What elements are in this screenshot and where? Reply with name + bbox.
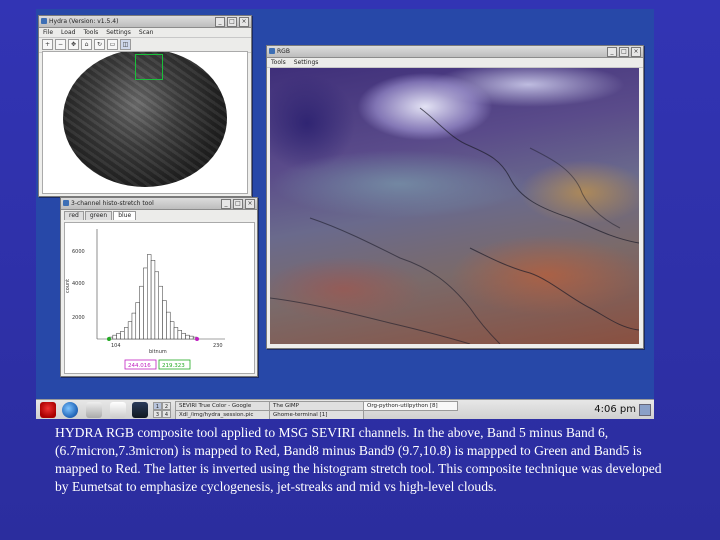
desktop-screenshot: Hydra (Version: v1.5.4) _ □ × File Load …: [36, 9, 654, 419]
minimize-icon[interactable]: _: [607, 47, 617, 57]
high-value-field[interactable]: 219.323: [162, 363, 185, 369]
mail-icon[interactable]: [86, 402, 102, 418]
histogram-bar: [166, 311, 171, 340]
workspace-4[interactable]: 4: [162, 410, 171, 418]
hydra-menubar: File Load Tools Settings Scan: [39, 28, 251, 38]
full-disk-view[interactable]: [42, 51, 248, 194]
x-axis-label: bitnum: [149, 349, 167, 355]
maximize-icon[interactable]: □: [233, 199, 243, 209]
histogram-bar: [131, 312, 137, 340]
histogram-bar: [147, 254, 152, 340]
menu-settings[interactable]: Settings: [106, 28, 131, 37]
histogram-bar: [173, 327, 179, 340]
channel-tabs: red green blue: [61, 210, 257, 220]
histogram-bar: [135, 302, 140, 340]
taskbar: 1 2 3 4 SEVIRI True Color - Google The G…: [36, 399, 654, 419]
maximize-icon[interactable]: □: [227, 17, 237, 27]
histogram-bar: [150, 260, 156, 340]
hydra-titlebar[interactable]: Hydra (Version: v1.5.4) _ □ ×: [39, 16, 251, 28]
home-icon[interactable]: ⌂: [81, 39, 92, 50]
menu-settings[interactable]: Settings: [294, 58, 319, 67]
histogram-bar: [154, 271, 159, 340]
maximize-icon[interactable]: □: [619, 47, 629, 57]
menu-tools[interactable]: Tools: [83, 28, 98, 37]
workspace-switcher: 1 2 3 4: [153, 402, 171, 418]
y-tick-label: 6000: [72, 249, 85, 255]
menu-load[interactable]: Load: [61, 28, 75, 37]
close-icon[interactable]: ×: [239, 17, 249, 27]
tab-blue[interactable]: blue: [113, 211, 137, 220]
histogram-title: 3-channel histo-stretch tool: [71, 200, 154, 207]
printer-icon[interactable]: [110, 402, 126, 418]
x-tick-label: 104: [111, 343, 121, 349]
close-icon[interactable]: ×: [631, 47, 641, 57]
window-menu-icon[interactable]: [63, 200, 69, 206]
rgb-titlebar[interactable]: RGB _ □ ×: [267, 46, 643, 58]
high-stretch-marker[interactable]: [195, 337, 199, 341]
task-button[interactable]: Org-python-utilpython [8]: [363, 401, 458, 411]
histogram-bar: [185, 334, 190, 340]
y-tick-label: 4000: [72, 281, 85, 287]
window-menu-icon[interactable]: [269, 48, 275, 54]
coastline-overlay: [270, 107, 639, 344]
histogram-bar: [139, 285, 144, 340]
histogram-bar: [143, 267, 148, 340]
rgb-title: RGB: [277, 48, 290, 55]
histogram-bar: [177, 330, 182, 340]
task-button[interactable]: Ghome-terminal [1]: [269, 410, 364, 419]
rgb-window[interactable]: RGB _ □ × Tools Settings: [266, 45, 644, 349]
menu-file[interactable]: File: [43, 28, 53, 37]
roi-icon[interactable]: ◫: [120, 39, 131, 50]
y-axis-label: count: [65, 279, 71, 293]
histogram-titlebar[interactable]: 3-channel histo-stretch tool _ □ ×: [61, 198, 257, 210]
window-menu-icon[interactable]: [41, 18, 47, 24]
histogram-bar: [127, 321, 133, 340]
low-stretch-marker[interactable]: [107, 337, 111, 341]
rotate-icon[interactable]: ↻: [94, 39, 105, 50]
workspace-2[interactable]: 2: [162, 402, 171, 410]
pan-icon[interactable]: ✥: [68, 39, 79, 50]
histogram-bar: [112, 334, 117, 340]
rgb-composite-image[interactable]: [270, 68, 639, 344]
histogram-bar: [181, 332, 186, 340]
menu-scan[interactable]: Scan: [139, 28, 154, 37]
minimize-icon[interactable]: _: [221, 199, 231, 209]
terminal-icon[interactable]: [132, 402, 148, 418]
x-tick-label: 230: [213, 343, 223, 349]
histogram-bar: [158, 285, 163, 340]
histogram-plot-area[interactable]: 6000 4000 2000 count 104 230 bitnum 244.…: [64, 222, 255, 374]
menu-tools[interactable]: Tools: [271, 58, 286, 67]
task-button[interactable]: Xdl_/img/hydra_session.pic: [175, 410, 270, 419]
workspace-1[interactable]: 1: [153, 402, 162, 410]
hydra-window[interactable]: Hydra (Version: v1.5.4) _ □ × File Load …: [38, 15, 252, 197]
histogram-bar: [162, 300, 167, 340]
histogram-bar: [120, 331, 125, 340]
minimize-icon[interactable]: _: [215, 17, 225, 27]
histogram-stretch-window[interactable]: 3-channel histo-stretch tool _ □ × red g…: [60, 197, 258, 377]
workspace-3[interactable]: 3: [153, 410, 162, 418]
close-icon[interactable]: ×: [245, 199, 255, 209]
web-browser-icon[interactable]: [62, 402, 78, 418]
slide-caption: HYDRA RGB composite tool applied to MSG …: [55, 425, 662, 494]
histogram-bar: [116, 332, 121, 340]
histogram-bar: [189, 335, 194, 340]
zoom-out-icon[interactable]: −: [55, 39, 66, 50]
region-of-interest-box[interactable]: [135, 54, 163, 80]
show-desktop-icon[interactable]: [639, 404, 651, 416]
redhat-menu-icon[interactable]: [40, 402, 56, 418]
hydra-title: Hydra (Version: v1.5.4): [49, 18, 119, 25]
low-value-field[interactable]: 244.016: [128, 363, 151, 369]
histogram-bar: [169, 321, 175, 340]
tab-green[interactable]: green: [84, 211, 113, 220]
rgb-menubar: Tools Settings: [267, 58, 643, 68]
select-icon[interactable]: ▭: [107, 39, 118, 50]
histogram-plot: 6000 4000 2000 count 104 230 bitnum 244.…: [65, 229, 225, 370]
y-tick-label: 2000: [72, 315, 85, 321]
clock[interactable]: 4:06 pm: [594, 404, 636, 415]
histogram-bar: [124, 327, 129, 340]
tab-red[interactable]: red: [64, 211, 84, 220]
zoom-in-icon[interactable]: +: [42, 39, 53, 50]
